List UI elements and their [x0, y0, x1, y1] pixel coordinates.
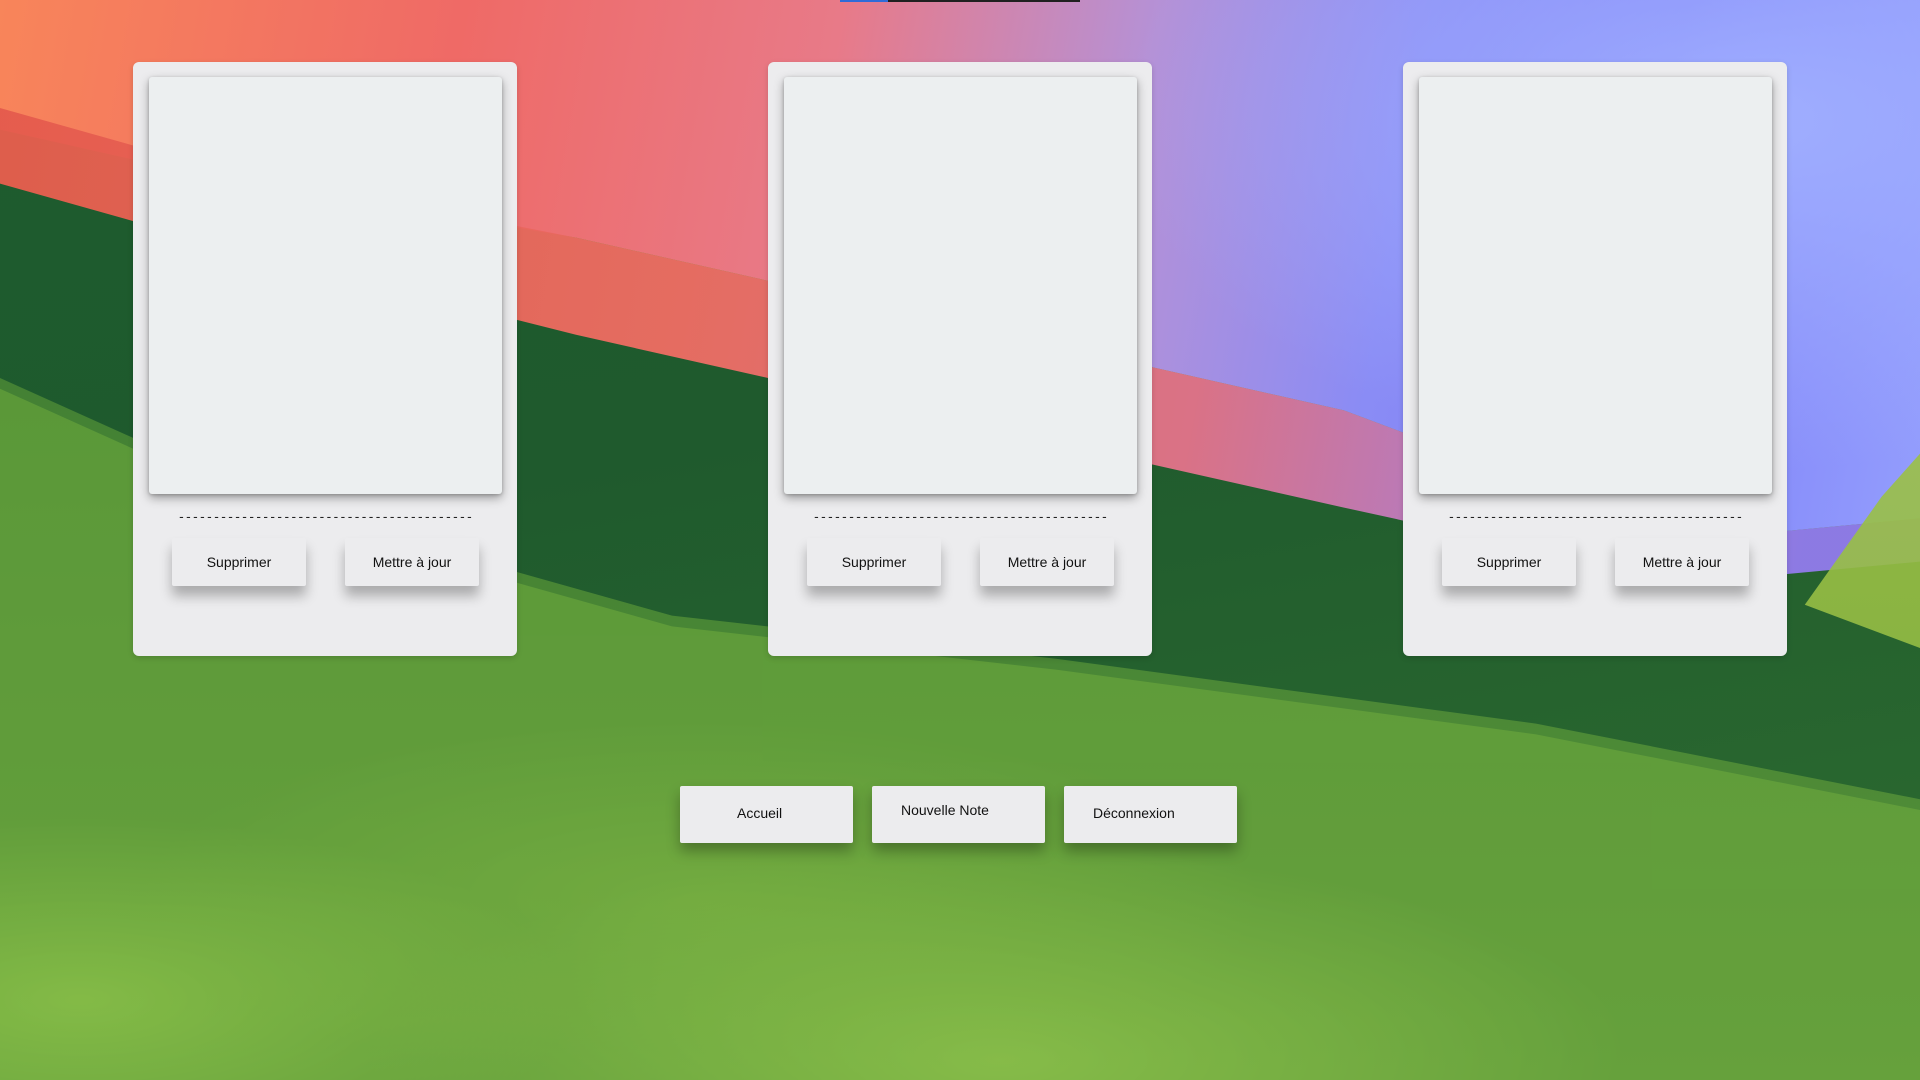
note-textarea[interactable]	[784, 77, 1137, 494]
delete-button[interactable]: Supprimer	[807, 538, 941, 586]
note-textarea[interactable]	[1419, 77, 1772, 494]
new-note-button[interactable]: Nouvelle Note	[872, 786, 1045, 843]
note-separator: ----------------------------------------…	[1447, 510, 1743, 525]
note-card: ----------------------------------------…	[1403, 62, 1787, 656]
update-button[interactable]: Mettre à jour	[345, 538, 479, 586]
logout-button-label: Déconnexion	[1093, 805, 1175, 821]
top-scroll-indicator	[840, 0, 1080, 2]
note-card: ----------------------------------------…	[768, 62, 1152, 656]
logout-button[interactable]: Déconnexion	[1064, 786, 1237, 843]
note-card: ----------------------------------------…	[133, 62, 517, 656]
new-note-button-label: Nouvelle Note	[901, 802, 989, 818]
update-button[interactable]: Mettre à jour	[1615, 538, 1749, 586]
home-button[interactable]: Accueil	[680, 786, 853, 843]
delete-button[interactable]: Supprimer	[172, 538, 306, 586]
home-button-label: Accueil	[737, 805, 783, 821]
note-separator: ----------------------------------------…	[812, 510, 1108, 525]
note-textarea[interactable]	[149, 77, 502, 494]
note-separator: ----------------------------------------…	[177, 510, 473, 525]
update-button[interactable]: Mettre à jour	[980, 538, 1114, 586]
delete-button[interactable]: Supprimer	[1442, 538, 1576, 586]
